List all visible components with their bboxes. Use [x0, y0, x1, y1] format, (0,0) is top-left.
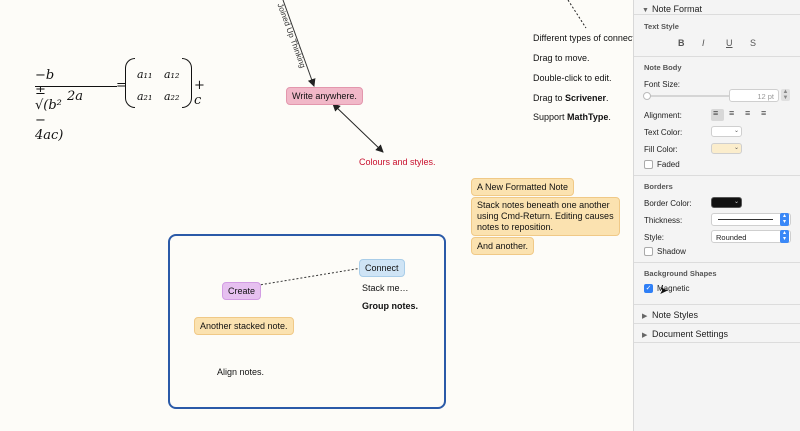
mindmap-canvas[interactable]: Joined Up Thinking −b ± √(b² − 4ac) 2a =… — [0, 0, 633, 431]
border-color-well[interactable]: ⌄ — [711, 197, 742, 208]
note-line: using Cmd-Return. Editing causes — [477, 211, 614, 221]
font-size-label: Font Size: — [644, 80, 681, 89]
note-align-notes[interactable]: Align notes. — [217, 366, 264, 378]
fill-color-label: Fill Color: — [644, 145, 678, 154]
note-support-mathtype[interactable]: Support MathType. — [533, 111, 611, 123]
note-new-formatted[interactable]: A New Formatted Note — [471, 178, 575, 196]
thickness-line-preview — [718, 219, 773, 220]
style-label: Style: — [644, 233, 665, 242]
underline-button[interactable]: U — [726, 38, 733, 48]
text-style-heading: Text Style — [644, 22, 679, 31]
chevron-down-icon: ⌄ — [733, 145, 739, 151]
font-size-stepper[interactable]: ▲ ▼ — [781, 89, 790, 101]
matrix-cell: a₂₁ — [137, 90, 153, 103]
align-left-icon: ≡ — [713, 108, 719, 118]
matrix-cell: a₁₂ — [164, 68, 180, 81]
connection-colours — [332, 103, 384, 153]
background-shapes-heading: Background Shapes — [644, 269, 717, 278]
divider — [634, 304, 800, 305]
borders-heading: Borders — [644, 182, 673, 191]
section-note-format[interactable]: ▼ Note Format — [634, 0, 800, 18]
align-justify-button[interactable]: ≡ — [759, 108, 772, 121]
note-text: . — [606, 93, 609, 103]
note-line: notes to reposition. — [477, 222, 554, 232]
matrix-cell: a₂₂ — [164, 90, 180, 103]
divider — [634, 323, 800, 324]
faded-checkbox[interactable] — [644, 160, 653, 169]
slider-thumb[interactable] — [643, 92, 651, 100]
divider — [634, 342, 800, 343]
note-connection-types[interactable]: Different types of connectio — [533, 32, 633, 44]
connection-dotted-top — [567, 0, 587, 29]
align-left-button[interactable]: ≡ — [711, 108, 724, 121]
matrix-left-bracket — [125, 58, 135, 108]
divider — [634, 56, 800, 57]
matrix-right-bracket — [182, 58, 192, 108]
note-connect[interactable]: Connect — [359, 259, 405, 277]
note-colours-styles[interactable]: Colours and styles. — [359, 156, 436, 168]
divider — [634, 262, 800, 263]
border-color-label: Border Color: — [644, 199, 692, 208]
align-justify-icon: ≡ — [761, 108, 767, 118]
divider — [634, 175, 800, 176]
font-size-input[interactable]: 12 pt — [729, 89, 779, 102]
section-title: Note Styles — [652, 310, 699, 320]
align-right-icon: ≡ — [745, 108, 751, 118]
formula-suffix: + c — [194, 78, 205, 108]
note-stack-me[interactable]: Stack me… — [362, 282, 409, 294]
note-text: . — [608, 112, 611, 122]
fraction-bar — [35, 86, 117, 87]
section-title: Note Format — [652, 4, 703, 14]
thickness-label: Thickness: — [644, 216, 683, 225]
formula-numerator: −b ± √(b² − 4ac) — [35, 68, 64, 143]
italic-button[interactable]: I — [702, 38, 705, 48]
note-and-another[interactable]: And another. — [471, 237, 535, 255]
fill-color-well[interactable]: ⌄ — [711, 143, 742, 154]
note-line: Stack notes beneath one another — [477, 200, 610, 210]
divider — [634, 14, 800, 15]
note-stack-notes[interactable]: Stack notes beneath one another using Cm… — [471, 197, 620, 236]
section-document-settings[interactable]: ▶ Document Settings — [634, 325, 800, 343]
chevron-down-icon: ⌄ — [733, 199, 739, 205]
note-text: Drag to — [533, 93, 566, 103]
strikethrough-button[interactable]: S — [750, 38, 756, 48]
faded-label: Faded — [657, 160, 680, 169]
note-text: Support — [533, 112, 568, 122]
note-text-bold: Scrivener — [565, 93, 607, 103]
note-body-heading: Note Body — [644, 63, 682, 72]
magnetic-checkbox[interactable]: ✓ — [644, 284, 653, 293]
note-drag-move[interactable]: Drag to move. — [533, 52, 590, 64]
formula-denominator: 2a — [67, 89, 84, 104]
text-color-well[interactable]: ⌄ — [711, 126, 742, 137]
note-double-click[interactable]: Double-click to edit. — [533, 72, 612, 84]
shadow-label: Shadow — [657, 247, 686, 256]
disclosure-open-icon: ▼ — [642, 7, 649, 14]
shadow-checkbox[interactable] — [644, 247, 653, 256]
thickness-stepper[interactable]: ▴ ▾ — [780, 213, 789, 226]
alignment-label: Alignment: — [644, 111, 682, 120]
border-style-stepper[interactable]: ▴ ▾ — [780, 230, 789, 243]
inspector-panel: ▼ Note Format Text Style B I U S Note Bod… — [633, 0, 800, 431]
note-create[interactable]: Create — [222, 282, 262, 300]
mouse-cursor-icon: ➤ — [659, 285, 669, 297]
chevron-down-icon: ⌄ — [733, 128, 739, 134]
align-right-button[interactable]: ≡ — [743, 108, 756, 121]
bold-button[interactable]: B — [678, 38, 685, 48]
section-note-styles[interactable]: ▶ Note Styles — [634, 306, 800, 324]
note-group-notes[interactable]: Group notes. — [362, 300, 418, 312]
align-center-icon: ≡ — [729, 108, 735, 118]
align-center-button[interactable]: ≡ — [727, 108, 740, 121]
note-drag-scrivener[interactable]: Drag to Scrivener. — [533, 92, 609, 104]
border-style-select[interactable]: Rounded — [711, 230, 791, 243]
thickness-select[interactable] — [711, 213, 791, 226]
text-color-label: Text Color: — [644, 128, 683, 137]
matrix-cell: a₁₁ — [137, 68, 153, 81]
note-text-bold: MathType — [567, 112, 609, 122]
note-write-anywhere[interactable]: Write anywhere. — [286, 87, 363, 105]
section-title: Document Settings — [652, 329, 729, 339]
note-another-stacked[interactable]: Another stacked note. — [194, 317, 294, 335]
